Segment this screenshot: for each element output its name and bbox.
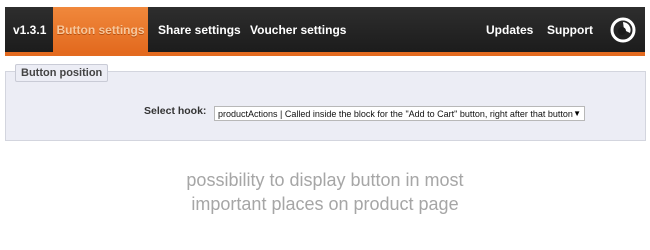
swirl-logo-icon[interactable]: [610, 17, 636, 43]
tab-updates[interactable]: Updates: [486, 7, 533, 52]
tab-button-settings[interactable]: Button settings: [53, 7, 148, 52]
button-position-fieldset: Button position Select hook: productActi…: [5, 64, 646, 141]
hook-select-dropdown[interactable]: productActions | Called inside the block…: [214, 106, 585, 121]
hook-select-value: productActions | Called inside the block…: [218, 109, 573, 119]
caption-line-2: important places on product page: [191, 194, 459, 214]
caption-line-1: possibility to display button in most: [186, 170, 464, 190]
tab-support[interactable]: Support: [547, 7, 593, 52]
fieldset-legend: Button position: [15, 64, 109, 82]
select-hook-label: Select hook:: [144, 105, 207, 117]
tab-voucher-settings[interactable]: Voucher settings: [250, 7, 346, 52]
version-label: v1.3.1: [13, 23, 47, 37]
top-navigation-bar: v1.3.1 Button settings Share settings Vo…: [5, 7, 645, 56]
tab-share-settings[interactable]: Share settings: [158, 7, 241, 52]
triangle-down-icon: ▼: [573, 109, 581, 118]
